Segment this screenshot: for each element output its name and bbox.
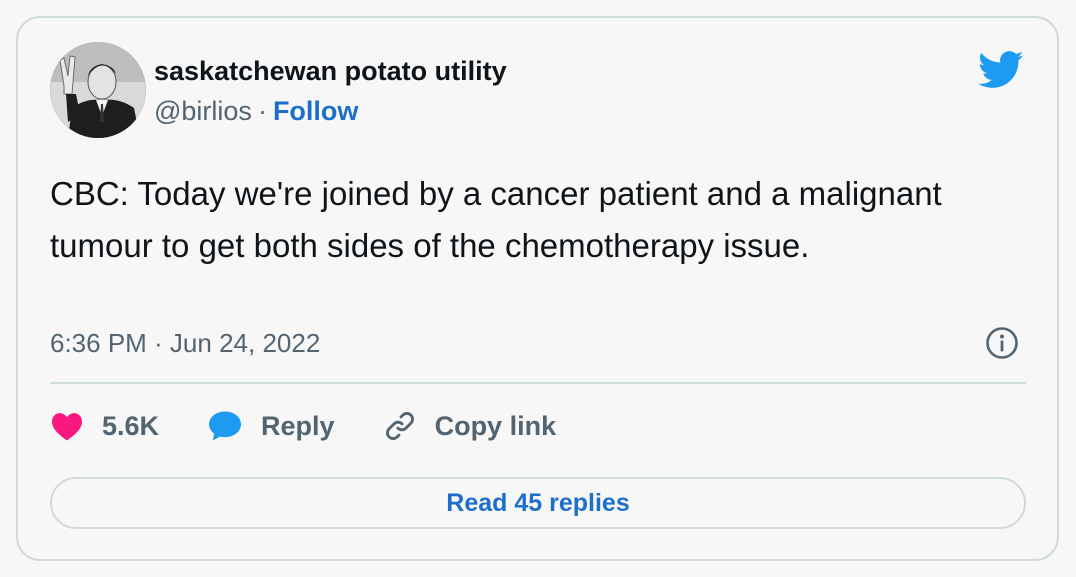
author-display-name[interactable]: saskatchewan potato utility <box>154 56 507 87</box>
author-handle-row: @birlios · Follow <box>154 96 358 127</box>
tweet-card: saskatchewan potato utility @birlios · F… <box>16 16 1059 561</box>
read-replies-button[interactable]: Read 45 replies <box>50 477 1026 529</box>
author-handle[interactable]: @birlios <box>154 96 252 127</box>
avatar-photo <box>50 42 146 138</box>
separator-dot: · <box>257 96 267 126</box>
action-bar: 5.6K Reply Copy link <box>50 404 604 448</box>
link-icon <box>385 412 414 440</box>
tweet-timestamp[interactable]: 6:36 PM · Jun 24, 2022 <box>50 328 320 359</box>
copy-link-button[interactable]: Copy link <box>383 409 557 443</box>
reply-button[interactable]: Reply <box>207 410 335 442</box>
avatar[interactable] <box>50 42 146 138</box>
speech-bubble-icon <box>209 411 242 441</box>
info-icon[interactable] <box>985 326 1019 360</box>
divider <box>50 382 1026 384</box>
copy-link-label: Copy link <box>434 410 557 441</box>
like-count: 5.6K <box>102 410 160 441</box>
reply-label: Reply <box>261 410 335 441</box>
like-button[interactable]: 5.6K <box>50 411 159 442</box>
heart-icon <box>52 413 82 441</box>
tweet-text: CBC: Today we're joined by a cancer pati… <box>50 175 942 264</box>
twitter-bird-icon[interactable] <box>978 50 1024 90</box>
follow-button[interactable]: Follow <box>273 96 358 127</box>
